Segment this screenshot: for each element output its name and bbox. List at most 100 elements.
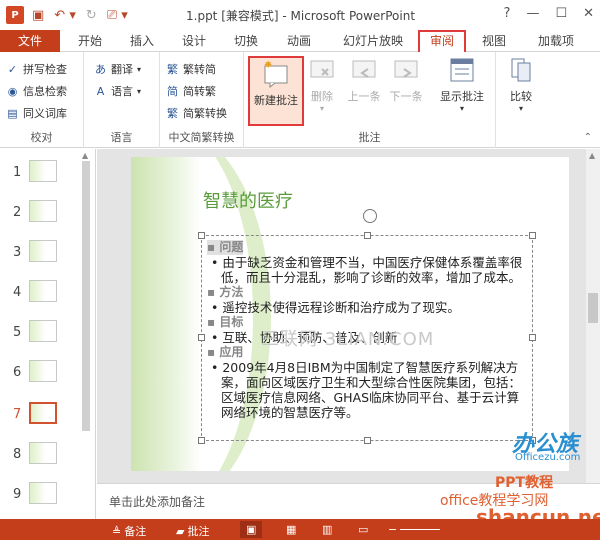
resize-handle[interactable]	[529, 232, 536, 239]
prev-comment-icon	[350, 56, 378, 84]
trad-to-simp-icon: 繁	[167, 63, 178, 76]
thesaurus-button[interactable]: ▤ 同义词库	[6, 105, 67, 121]
show-comments-icon	[448, 56, 476, 84]
tab-slideshow[interactable]: 幻灯片放映	[335, 30, 411, 52]
zoom-slider[interactable]	[400, 529, 440, 530]
comment-icon: ▰	[176, 524, 185, 538]
slide-sorter-button[interactable]: ▦	[286, 523, 296, 536]
resize-handle[interactable]	[198, 334, 205, 341]
tab-transitions[interactable]: 切换	[228, 30, 264, 52]
normal-view-button[interactable]: ▣	[240, 521, 263, 538]
tab-design[interactable]: 设计	[176, 30, 212, 52]
save-icon[interactable]: ▣	[32, 8, 44, 23]
resize-handle[interactable]	[529, 334, 536, 341]
group-compare: 比较 ▾	[496, 52, 546, 148]
resize-handle[interactable]	[364, 232, 371, 239]
thumbnail-scrollbar[interactable]: ▲	[80, 149, 92, 519]
slide-thumb-image	[29, 200, 57, 222]
new-comment-button[interactable]: ✸ 新建批注	[248, 56, 304, 126]
chinese-convert-button[interactable]: 繁简繁转换	[166, 105, 227, 121]
help-button[interactable]: ?	[504, 6, 511, 21]
status-bar: ≜ 备注 ▰ 批注 ▣ ▦ ▥ ▭ −	[0, 519, 600, 540]
group-label-comments: 批注	[358, 131, 381, 144]
spell-check-button[interactable]: ✓ 拼写检查	[6, 61, 67, 77]
group-chinese-conversion: 繁繁转简 简简转繁 繁简繁转换 中文简繁转换	[160, 52, 244, 148]
trad-to-simp-button[interactable]: 繁繁转简	[166, 61, 216, 77]
reading-view-button[interactable]: ▥	[322, 523, 332, 536]
slide-thumbnail-pane: 1 2 3 4 5 6 7 8 9 ▲	[0, 149, 96, 519]
notes-toggle-button[interactable]: ≜ 备注	[112, 523, 146, 539]
comments-toggle-button[interactable]: ▰ 批注	[176, 523, 209, 539]
normal-view-icon: ▣	[246, 523, 257, 536]
translate-button[interactable]: あ翻译 ▾	[94, 61, 141, 77]
compare-button[interactable]: 比较 ▾	[504, 56, 538, 113]
quick-access-toolbar: ▣ ↶ ▾ ↻ ⎚ ▾	[32, 8, 128, 23]
slide-sorter-icon: ▦	[286, 523, 297, 536]
group-language: あ翻译 ▾ A 语言 ▾ 语言	[84, 52, 160, 148]
svg-text:✸: ✸	[264, 60, 272, 71]
close-button[interactable]: ✕	[583, 6, 594, 21]
simp-to-trad-button[interactable]: 简简转繁	[166, 83, 216, 99]
bullet-method: • 遥控技术使得远程诊断和治疗成为了现实。	[211, 300, 460, 315]
delete-comment-button[interactable]: 删除 ▾	[304, 56, 340, 113]
tab-review[interactable]: 审阅	[418, 30, 466, 53]
zoom-out-icon: −	[388, 523, 398, 536]
resize-handle[interactable]	[364, 437, 371, 444]
tab-insert[interactable]: 插入	[124, 30, 160, 52]
notes-placeholder[interactable]: 单击此处添加备注	[109, 493, 205, 510]
tab-animations[interactable]: 动画	[281, 30, 317, 52]
language-button[interactable]: A 语言 ▾	[94, 83, 141, 99]
heading-problem: ▪ 问题	[207, 240, 244, 255]
ribbon: ✓ 拼写检查 ◉ 信息检索 ▤ 同义词库 校对 あ翻译 ▾ A 语言 ▾ 语言 繁繁转简 简…	[0, 52, 600, 148]
tab-view[interactable]: 视图	[476, 30, 512, 52]
delete-comment-icon	[308, 56, 336, 84]
group-label-proofing: 校对	[30, 131, 53, 144]
bangongzu-url: Officezu.com	[515, 452, 581, 463]
tab-file[interactable]: 文件	[0, 30, 60, 52]
translate-icon: あ	[95, 63, 106, 76]
prev-comment-button[interactable]: 上一条	[344, 56, 384, 104]
language-icon: A	[96, 84, 105, 98]
new-comment-icon: ✸	[262, 60, 290, 89]
app-logo-icon[interactable]: P	[6, 6, 24, 24]
research-button[interactable]: ◉ 信息检索	[6, 83, 67, 99]
window-controls: ? — ☐ ✕	[504, 6, 594, 21]
ppt-tutorial-watermark: PPT教程	[495, 475, 554, 491]
slide-canvas[interactable]: 智慧的医疗 ▪ 问题 • 由于缺乏资金和管理不当，中国医疗保健体系覆盖率很低，而…	[131, 157, 569, 471]
zoom-out-button[interactable]: −	[388, 523, 397, 536]
research-icon: ◉	[7, 84, 18, 98]
rotate-handle-icon[interactable]	[363, 209, 377, 223]
collapse-ribbon-icon[interactable]: ⌃	[584, 132, 592, 143]
resize-handle[interactable]	[198, 437, 205, 444]
resize-handle[interactable]	[198, 232, 205, 239]
slideshow-button[interactable]: ▭	[358, 523, 368, 536]
bullet-problem: • 由于缺乏资金和管理不当，中国医疗保健体系覆盖率很低，而且十分混乱，影响了诊断…	[211, 255, 523, 285]
window-title: 1.ppt [兼容模式] - Microsoft PowerPoint	[186, 9, 416, 23]
slide-title[interactable]: 智慧的医疗	[203, 187, 293, 213]
next-comment-button[interactable]: 下一条	[386, 56, 426, 104]
slide-thumb-image	[29, 482, 57, 504]
group-label-language: 语言	[110, 131, 133, 144]
slide-thumb-image	[29, 320, 57, 342]
start-from-beginning-icon[interactable]: ⎚ ▾	[107, 8, 128, 23]
tab-home[interactable]: 开始	[72, 30, 108, 52]
bullet-application: • 2009年4月8日IBM为中国制定了智慧医疗系列解决方案，面向区域医疗卫生和…	[211, 360, 522, 420]
undo-icon[interactable]: ↶ ▾	[54, 8, 76, 23]
slide-thumb-image	[29, 402, 57, 424]
notes-icon: ≜	[112, 524, 122, 538]
ribbon-tabs: 文件 开始 插入 设计 切换 动画 幻灯片放映 审阅 视图 加载项	[0, 30, 600, 53]
tab-addins[interactable]: 加载项	[530, 30, 582, 52]
reading-view-icon: ▥	[322, 523, 333, 536]
watermark: 三联网 3LIAN.COM	[261, 329, 435, 350]
slide-thumb-image	[29, 442, 57, 464]
show-comments-button[interactable]: 显示批注 ▾	[436, 56, 488, 113]
chinese-convert-icon: 繁	[167, 107, 178, 120]
thesaurus-icon: ▤	[7, 106, 18, 120]
maximize-button[interactable]: ☐	[555, 6, 567, 21]
minimize-button[interactable]: —	[526, 6, 539, 21]
group-proofing: ✓ 拼写检查 ◉ 信息检索 ▤ 同义词库 校对	[0, 52, 84, 148]
simp-to-trad-icon: 简	[167, 85, 178, 98]
group-label-chinese: 中文简繁转换	[168, 131, 235, 144]
editor-scrollbar[interactable]: ▲	[586, 149, 600, 483]
redo-icon[interactable]: ↻	[86, 8, 97, 23]
